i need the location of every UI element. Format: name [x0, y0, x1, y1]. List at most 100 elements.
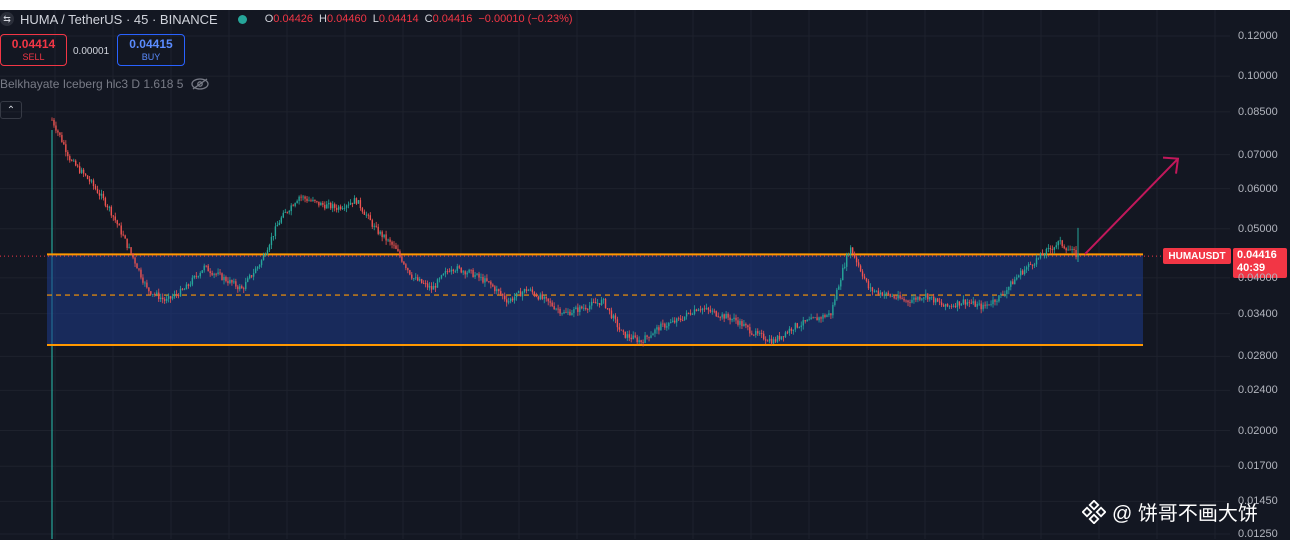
open-key: O — [264, 13, 274, 25]
candle-body — [721, 314, 723, 318]
candle-body — [98, 193, 101, 196]
candle-body — [245, 281, 247, 289]
candle-body — [357, 200, 360, 204]
low-value: 0.04414 — [378, 13, 419, 25]
candle-body — [796, 323, 798, 328]
buy-button[interactable]: 0.04415 BUY — [117, 34, 185, 66]
candle-body — [209, 271, 211, 274]
high-key: H — [319, 13, 327, 25]
candle-body — [108, 206, 111, 208]
candle-body — [464, 271, 466, 275]
candle-body — [61, 135, 63, 143]
candle-body — [691, 314, 694, 315]
indicator-label[interactable]: Belkhayate Iceberg hlc3 D 1.618 5 — [0, 77, 183, 91]
candle-body — [480, 277, 482, 278]
candle-body — [1065, 248, 1067, 251]
candle-body — [205, 265, 207, 267]
candle-body — [387, 239, 389, 241]
price-tick-label: 0.12000 — [1238, 30, 1278, 42]
candle-body — [154, 294, 156, 295]
candle-body — [745, 324, 747, 326]
candle-body — [363, 211, 366, 215]
candle-body — [397, 248, 399, 252]
candle-body — [1053, 247, 1055, 250]
collapse-legend-button[interactable]: ⌃ — [0, 101, 22, 119]
candle-body — [541, 294, 543, 299]
candle-body — [940, 302, 943, 306]
candle-body — [515, 292, 518, 298]
candle-body — [314, 199, 316, 202]
symbol-label[interactable]: HUMA / TetherUS · 45 · BINANCE — [20, 12, 218, 27]
candle-body — [201, 270, 203, 273]
candle-body — [203, 265, 205, 271]
candle-body — [191, 277, 194, 285]
candle-body — [286, 211, 288, 213]
candle-body — [274, 226, 277, 236]
candle-body — [162, 297, 164, 300]
candle-body — [933, 296, 935, 303]
candle-body — [292, 205, 294, 207]
candle-body — [84, 173, 87, 176]
candle-body — [276, 225, 279, 227]
candle-body — [804, 320, 806, 322]
candle-body — [417, 277, 419, 281]
candle-body — [231, 280, 233, 283]
candle-body — [962, 299, 965, 304]
candle-body — [1059, 240, 1061, 242]
candle-body — [57, 130, 59, 133]
candle-body — [830, 313, 832, 316]
candle-body — [899, 295, 901, 299]
candle-body — [1051, 249, 1054, 250]
candle-body — [126, 238, 128, 248]
candle-body — [80, 169, 83, 173]
candle-body — [505, 299, 508, 303]
watermark: @ 饼哥不画大饼 — [1082, 497, 1258, 526]
candle-body — [225, 276, 227, 282]
candle-body — [294, 203, 296, 206]
candle-body — [134, 257, 136, 264]
candle-body — [55, 125, 57, 131]
candle-body — [63, 142, 65, 145]
spread-value: 0.00001 — [73, 46, 110, 57]
candle-body — [901, 298, 903, 300]
candle-body — [905, 300, 907, 302]
candle-body — [270, 236, 273, 246]
candle-body — [735, 317, 737, 321]
candle-body — [181, 288, 184, 290]
candle-body — [444, 271, 447, 274]
candle-body — [990, 304, 992, 306]
candle-body — [458, 266, 460, 268]
candle-body — [430, 286, 433, 290]
sell-button[interactable]: 0.04414 SELL — [0, 34, 67, 66]
indicator-legend[interactable]: Belkhayate Iceberg hlc3 D 1.618 5 — [0, 77, 210, 91]
candle-body — [642, 342, 644, 343]
candle-body — [1069, 249, 1071, 251]
candle-body — [177, 294, 180, 297]
candle-body — [521, 292, 524, 297]
candle-body — [185, 284, 188, 290]
candle-body — [379, 231, 381, 234]
candle-body — [743, 324, 745, 327]
candle-body — [533, 292, 536, 296]
candle-body — [496, 289, 498, 292]
candle-body — [919, 296, 921, 300]
candle-body — [324, 204, 326, 209]
candle-body — [998, 295, 1000, 302]
candle-body — [802, 320, 804, 326]
candle-body — [693, 309, 696, 315]
candle-body — [761, 332, 763, 334]
candle-body — [806, 319, 808, 322]
candle-body — [492, 284, 494, 287]
candle-body — [976, 304, 978, 307]
candle-body — [608, 308, 611, 311]
candle-body — [885, 292, 887, 295]
eye-hidden-icon[interactable] — [191, 78, 210, 90]
candle-body — [213, 273, 215, 275]
exchange-icon[interactable]: ⇆ — [0, 12, 14, 26]
candle-body — [715, 311, 717, 317]
candle-body — [1023, 269, 1026, 275]
candle-body — [810, 317, 812, 320]
candle-body — [375, 225, 377, 227]
candle-body — [1010, 281, 1012, 287]
candle-body — [719, 317, 721, 318]
